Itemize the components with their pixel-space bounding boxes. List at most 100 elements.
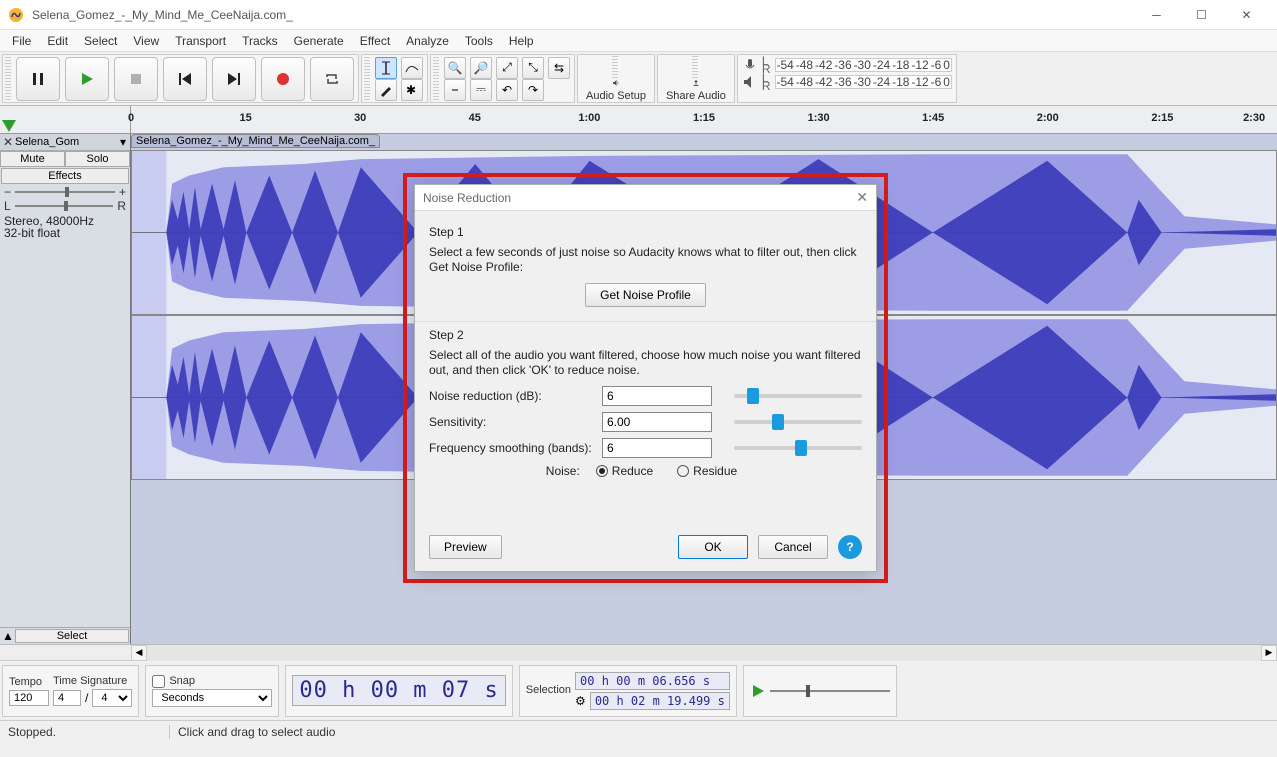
pause-button[interactable] [16,57,60,101]
track-name[interactable]: Selena_Gom [15,136,117,148]
toolbar-grip[interactable] [692,55,698,78]
toolbar-grip[interactable] [433,57,439,100]
skip-start-button[interactable] [163,57,207,101]
menu-edit[interactable]: Edit [39,32,76,50]
scroll-left-button[interactable]: ◀ [131,645,147,661]
stop-button[interactable] [114,57,158,101]
menu-generate[interactable]: Generate [286,32,352,50]
menu-analyze[interactable]: Analyze [398,32,457,50]
ok-button[interactable]: OK [678,535,748,559]
help-button[interactable]: ? [838,535,862,559]
meters-toolbar: LR -54-48-42-36-30-24-18-12-60 LR -54-48… [737,54,957,103]
effects-button[interactable]: Effects [1,168,129,184]
dialog-highlight-frame: Noise Reduction ✕ Step 1 Select a few se… [403,173,888,583]
pan-slider[interactable] [15,205,114,207]
selection-end-display[interactable]: 00 h 02 m 19.499 s [590,692,730,710]
toolbar-grip[interactable] [5,57,11,100]
menu-view[interactable]: View [125,32,167,50]
get-noise-profile-button[interactable]: Get Noise Profile [585,283,706,307]
loop-button[interactable] [310,57,354,101]
gear-icon[interactable]: ⚙ [575,694,586,708]
playhead-icon[interactable] [2,120,16,132]
selection-start-display[interactable]: 00 h 00 m 06.656 s [575,672,730,690]
sensitivity-input[interactable] [602,412,712,432]
horizontal-scrollbar[interactable]: ◀ ▶ [0,644,1277,660]
noise-mode-label: Noise: [546,464,580,478]
play-speed-slider[interactable] [770,690,890,692]
draw-tool[interactable] [375,79,397,101]
toolbar-grip[interactable] [612,55,618,78]
menu-effect[interactable]: Effect [352,32,398,50]
silence-button[interactable]: ⎓ [470,79,492,101]
play-button[interactable] [65,57,109,101]
menu-tools[interactable]: Tools [457,32,501,50]
transport-toolbar [2,54,359,103]
tempo-input[interactable] [9,690,49,706]
gain-slider[interactable] [15,191,115,193]
close-window-button[interactable]: ✕ [1224,0,1269,30]
preview-button[interactable]: Preview [429,535,502,559]
menu-tracks[interactable]: Tracks [234,32,286,50]
window-title: Selena_Gomez_-_My_Mind_Me_CeeNaija.com_ [32,8,1134,22]
share-audio-label: Share Audio [666,90,726,102]
share-audio-toolbar[interactable]: Share Audio [657,54,735,103]
menu-select[interactable]: Select [76,32,125,50]
trim-button[interactable]: ⎯ [444,79,466,101]
undo-button[interactable]: ↶ [496,79,518,101]
playback-meter[interactable]: LR -54-48-42-36-30-24-18-12-60 [742,74,952,90]
zoom-out-button[interactable]: 🔎 [470,57,492,79]
zoom-toggle-button[interactable]: ⇆ [548,57,570,79]
timeline-ruler[interactable]: 0 15 30 45 1:00 1:15 1:30 1:45 2:00 2:15… [0,106,1277,134]
minimize-button[interactable]: ─ [1134,0,1179,30]
dialog-close-button[interactable]: ✕ [856,189,868,206]
toolbar-grip[interactable] [364,57,370,100]
play-at-speed-icon[interactable] [750,683,766,699]
track-format: Stereo, 48000Hz 32-bit float [0,213,130,241]
zoom-in-button[interactable]: 🔍 [444,57,466,79]
cancel-button[interactable]: Cancel [758,535,828,559]
status-hint: Click and drag to select audio [170,725,1277,739]
noise-reduction-slider[interactable] [734,394,862,398]
track-menu-dropdown[interactable]: ▾ [117,135,129,149]
maximize-button[interactable]: ☐ [1179,0,1224,30]
timesig-den-select[interactable]: 4 [92,689,132,707]
snap-unit-select[interactable]: Seconds [152,689,272,707]
track-close-button[interactable]: ✕ [1,135,15,149]
titlebar: Selena_Gomez_-_My_Mind_Me_CeeNaija.com_ … [0,0,1277,30]
fit-selection-button[interactable]: ⤢ [496,57,518,79]
status-state: Stopped. [0,725,170,739]
noise-reduction-input[interactable] [602,386,712,406]
selection-tool[interactable] [375,57,397,79]
record-meter[interactable]: LR -54-48-42-36-30-24-18-12-60 [742,57,952,73]
reduce-radio[interactable]: Reduce [596,464,653,478]
snap-checkbox[interactable] [152,675,165,688]
solo-button[interactable]: Solo [65,151,130,167]
sensitivity-slider[interactable] [734,420,862,424]
record-button[interactable] [261,57,305,101]
menu-transport[interactable]: Transport [167,32,234,50]
menu-help[interactable]: Help [501,32,542,50]
envelope-tool[interactable] [401,57,423,79]
redo-button[interactable]: ↷ [522,79,544,101]
collapse-button[interactable]: ▲ [1,629,15,643]
multi-tool[interactable]: ✱ [401,79,423,101]
fit-project-button[interactable]: ⤡ [522,57,544,79]
menu-file[interactable]: File [4,32,39,50]
current-time-display[interactable]: 00 h 00 m 07 s [292,675,505,706]
track-select-button[interactable]: Select [15,629,129,643]
frequency-smoothing-input[interactable] [602,438,712,458]
skip-end-button[interactable] [212,57,256,101]
clip-title[interactable]: Selena_Gomez_-_My_Mind_Me_CeeNaija.com_ [131,134,380,148]
frequency-smoothing-slider[interactable] [734,446,862,450]
speaker-small-icon [742,74,758,90]
step2-label: Step 2 [429,328,862,342]
mute-button[interactable]: Mute [0,151,65,167]
residue-radio[interactable]: Residue [677,464,737,478]
frequency-smoothing-label: Frequency smoothing (bands): [429,441,594,455]
audio-setup-toolbar[interactable]: Audio Setup [577,54,655,103]
dialog-titlebar[interactable]: Noise Reduction ✕ [415,185,876,211]
timesig-num-input[interactable] [53,690,81,706]
audio-setup-label: Audio Setup [586,90,646,102]
scroll-right-button[interactable]: ▶ [1261,645,1277,661]
play-speed-panel [743,665,897,717]
